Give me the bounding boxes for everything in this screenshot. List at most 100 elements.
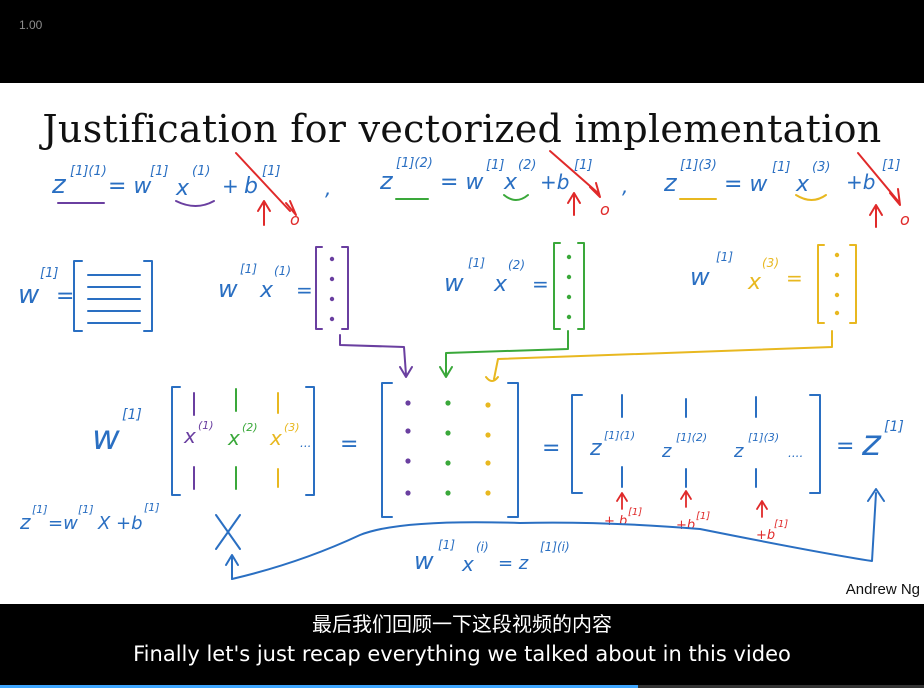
- svg-text:[1]: [1]: [438, 538, 455, 552]
- svg-text:(2): (2): [508, 258, 525, 272]
- svg-text:x: x: [461, 552, 474, 576]
- svg-text:z: z: [861, 423, 882, 464]
- arrow-yellow: [485, 330, 833, 382]
- svg-text:[1]: [1]: [40, 266, 58, 281]
- svg-text:w: w: [444, 269, 464, 297]
- svg-text:b: b: [244, 174, 258, 199]
- svg-text:+: +: [222, 174, 239, 198]
- svg-text:(1): (1): [198, 419, 214, 432]
- svg-text:[1](3): [1](3): [748, 431, 779, 444]
- svg-text:x: x: [269, 426, 282, 450]
- svg-text:[1]: [1]: [884, 419, 904, 435]
- svg-text:[1]: [1]: [772, 160, 790, 175]
- svg-text:=: =: [340, 432, 358, 457]
- subtitle-english: Finally let's just recap everything we t…: [133, 642, 791, 666]
- svg-text:x: x: [503, 170, 518, 195]
- svg-text:[1](2): [1](2): [396, 156, 433, 171]
- svg-text:[1]: [1]: [574, 158, 592, 173]
- svg-text:[1]: [1]: [122, 407, 142, 423]
- svg-text:[1]: [1]: [716, 250, 733, 264]
- svg-text:z: z: [51, 170, 67, 200]
- z-columns-matrix: z [1](1) z [1](2) z [1](3) .... = z [1]: [571, 394, 904, 494]
- result-matrix: =: [381, 382, 560, 518]
- svg-text:w: w: [18, 280, 40, 310]
- svg-text:[1](2): [1](2): [676, 431, 707, 444]
- svg-text:w: w: [92, 418, 120, 458]
- equation-z3: z [1](3) = w [1] x (3) +b [1] o: [663, 152, 910, 229]
- svg-text:(1): (1): [192, 164, 210, 179]
- svg-text:x: x: [183, 424, 196, 448]
- svg-text:,: ,: [325, 176, 331, 200]
- product-wx1: w [1] x (1) =: [218, 246, 349, 330]
- svg-text:z: z: [663, 169, 678, 197]
- arrow-purple: [339, 334, 413, 378]
- svg-text:[1]: [1]: [78, 503, 94, 516]
- handwritten-equations: z [1](1) = w [1] x (1) + b [1] o , z [1]…: [18, 150, 910, 580]
- svg-text:o: o: [900, 210, 910, 229]
- svg-text:=: =: [786, 266, 803, 290]
- svg-text:+ b: + b: [604, 514, 627, 529]
- svg-text:=: =: [542, 436, 560, 461]
- product-wx2: w [1] x (2) =: [444, 242, 585, 330]
- svg-text:[1]: [1]: [774, 519, 788, 530]
- svg-text:[1]: [1]: [882, 158, 900, 173]
- equation-z1: z [1](1) = w [1] x (1) + b [1] o ,: [51, 152, 331, 229]
- svg-text:[1](i): [1](i): [540, 540, 570, 554]
- svg-text:=: =: [296, 278, 313, 302]
- svg-text:[1](1): [1](1): [70, 164, 107, 179]
- svg-text:....: ....: [788, 446, 803, 460]
- svg-text:= w: = w: [108, 174, 152, 199]
- playback-speed-label[interactable]: 1.00: [19, 18, 42, 32]
- summary-equation: z [1] =w [1] X +b [1] w [1] x (i) = z [1…: [19, 488, 885, 580]
- svg-text:(3): (3): [284, 421, 300, 434]
- svg-text:(3): (3): [812, 160, 830, 175]
- svg-text:[1]: [1]: [468, 256, 485, 270]
- svg-text:[1]: [1]: [262, 164, 280, 179]
- product-wx3: w [1] x (3) =: [690, 244, 857, 324]
- svg-text:[1]: [1]: [144, 501, 160, 514]
- svg-text:[1]: [1]: [628, 507, 642, 518]
- subtitle-area: 最后我们回顾一下这段视频的内容 Finally let's just recap…: [0, 604, 924, 688]
- svg-text:= z: = z: [498, 553, 529, 574]
- svg-text:o: o: [600, 200, 610, 219]
- svg-text:(2): (2): [242, 421, 258, 434]
- equation-wx-matrix: w [1] x (1) x (2) x (3) ... =: [92, 386, 358, 496]
- svg-text:= w: = w: [724, 172, 768, 197]
- author-credit: Andrew Ng: [845, 581, 920, 598]
- svg-text:[1]: [1]: [32, 503, 48, 516]
- svg-text:[1]: [1]: [240, 262, 257, 276]
- svg-text:(2): (2): [518, 158, 536, 173]
- svg-text:o: o: [290, 210, 300, 229]
- svg-text:z: z: [661, 441, 672, 462]
- svg-text:w: w: [414, 547, 434, 575]
- subtitle-chinese: 最后我们回顾一下这段视频的内容: [312, 612, 612, 636]
- svg-text:[1](1): [1](1): [604, 429, 635, 442]
- lecture-slide: Justification for vectorized implementat…: [0, 83, 924, 604]
- svg-text:+b: +b: [676, 518, 695, 533]
- svg-text:+b: +b: [846, 170, 875, 194]
- weight-matrix-w: w [1] =: [18, 260, 153, 332]
- svg-text:x: x: [175, 176, 190, 201]
- svg-text:X +b: X +b: [97, 513, 143, 534]
- svg-text:=: =: [56, 284, 74, 309]
- svg-text:w: w: [690, 263, 710, 291]
- svg-text:x: x: [493, 272, 508, 297]
- svg-text:= w: = w: [440, 170, 484, 195]
- svg-text:[1](3): [1](3): [680, 158, 717, 173]
- svg-text:=w: =w: [48, 513, 78, 534]
- svg-text:+b: +b: [540, 170, 569, 194]
- svg-text:x: x: [259, 278, 274, 303]
- svg-text:=: =: [532, 272, 549, 296]
- svg-text:[1]: [1]: [486, 158, 504, 173]
- arrow-green: [439, 330, 569, 378]
- svg-text:=: =: [836, 434, 854, 459]
- svg-text:z: z: [589, 436, 602, 461]
- svg-text:(3): (3): [762, 256, 779, 270]
- svg-text:,: ,: [622, 174, 628, 198]
- svg-text:x: x: [227, 426, 240, 450]
- svg-text:x: x: [795, 172, 810, 197]
- svg-text:x: x: [747, 270, 762, 295]
- player-top-bar: 1.00: [0, 0, 924, 83]
- equation-z2: z [1](2) = w [1] x (2) +b [1] o ,: [379, 150, 628, 219]
- svg-text:z: z: [733, 441, 744, 462]
